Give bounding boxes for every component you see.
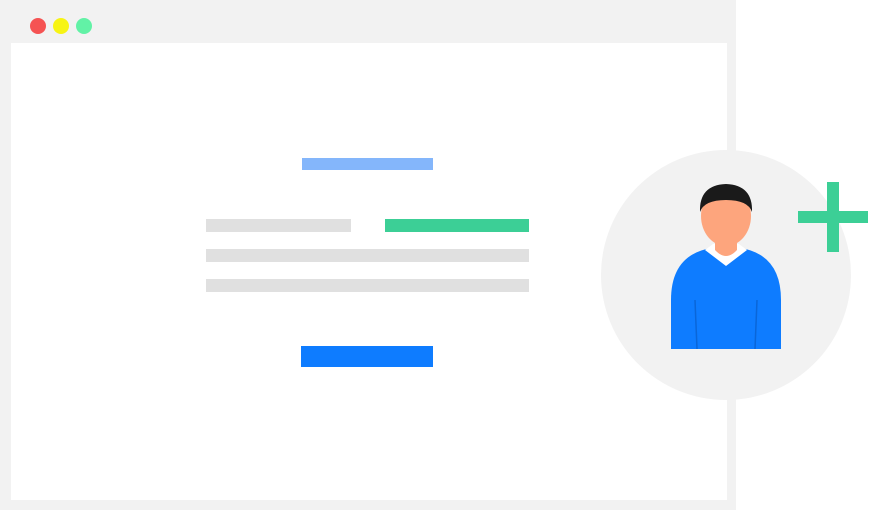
form-heading-placeholder [302,158,433,170]
minimize-window-dot[interactable] [53,18,69,34]
form-input-placeholder[interactable] [206,249,529,262]
plus-icon[interactable] [798,182,868,252]
submit-button[interactable] [301,346,433,367]
form-input-placeholder[interactable] [206,279,529,292]
form-label-placeholder [206,219,351,232]
close-window-dot[interactable] [30,18,46,34]
window-titlebar [11,10,727,43]
maximize-window-dot[interactable] [76,18,92,34]
form-highlight-placeholder [385,219,529,232]
